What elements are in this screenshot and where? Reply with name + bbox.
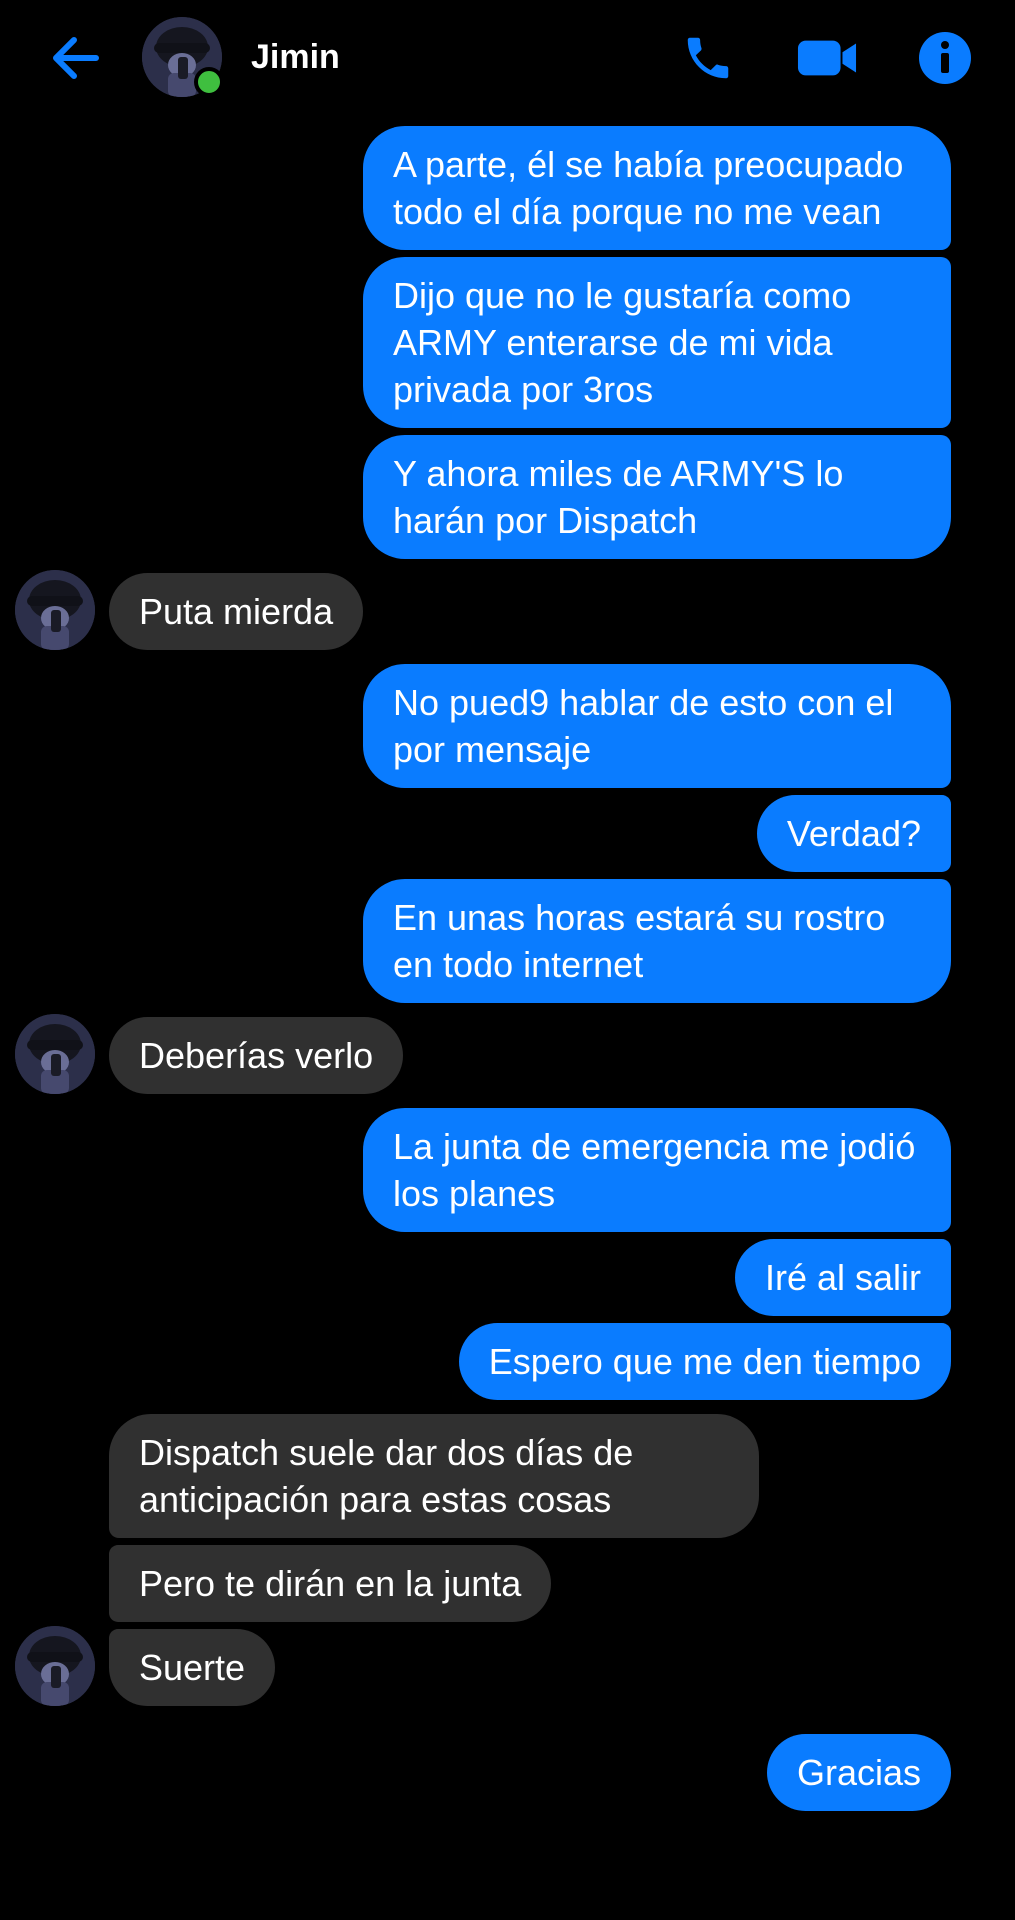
message-row: En unas horas estará su rostro en todo i… (0, 879, 1015, 1003)
sender-avatar[interactable] (15, 1626, 95, 1706)
outgoing-message-bubble[interactable]: No pued9 hablar de esto con el por mensa… (363, 664, 951, 788)
message-row: La junta de emergencia me jodió los plan… (0, 1108, 1015, 1232)
back-button[interactable] (44, 30, 104, 86)
avatar (15, 1626, 95, 1706)
message-list[interactable]: A parte, él se había preocupado todo el … (0, 126, 1015, 1818)
incoming-message-bubble[interactable]: Puta mierda (109, 573, 364, 650)
info-icon (919, 32, 971, 84)
outgoing-message-bubble[interactable]: En unas horas estará su rostro en todo i… (363, 879, 951, 1003)
video-call-button[interactable] (797, 30, 857, 86)
contact-avatar-button[interactable] (142, 17, 224, 97)
outgoing-message-bubble[interactable]: Verdad? (756, 795, 951, 872)
message-row: Deberías verlo (0, 1014, 1015, 1094)
outgoing-message-bubble[interactable]: A parte, él se había preocupado todo el … (363, 126, 951, 250)
message-row: No pued9 hablar de esto con el por mensa… (0, 664, 1015, 788)
avatar (15, 1014, 95, 1094)
outgoing-message-bubble[interactable]: Dijo que no le gustaría como ARMY entera… (363, 257, 951, 428)
outgoing-message-bubble[interactable]: Iré al salir (734, 1239, 951, 1316)
message-row: Y ahora miles de ARMY'S lo harán por Dis… (0, 435, 1015, 559)
message-row: Pero te dirán en la junta (0, 1545, 1015, 1622)
sender-avatar[interactable] (15, 1014, 95, 1094)
sender-avatar[interactable] (15, 570, 95, 650)
outgoing-message-bubble[interactable]: La junta de emergencia me jodió los plan… (363, 1108, 951, 1232)
incoming-message-bubble[interactable]: Dispatch suele dar dos días de anticipac… (109, 1414, 759, 1538)
message-row: Verdad? (0, 795, 1015, 872)
outgoing-message-bubble[interactable]: Y ahora miles de ARMY'S lo harán por Dis… (363, 435, 951, 559)
message-row: Suerte (0, 1626, 1015, 1706)
voice-call-button[interactable] (678, 30, 738, 86)
incoming-message-bubble[interactable]: Pero te dirán en la junta (109, 1545, 552, 1622)
message-row: A parte, él se había preocupado todo el … (0, 126, 1015, 250)
info-button[interactable] (915, 30, 975, 86)
avatar (15, 570, 95, 650)
message-row: Gracias (0, 1734, 1015, 1811)
outgoing-message-bubble[interactable]: Espero que me den tiempo (458, 1323, 951, 1400)
contact-name[interactable]: Jimin (251, 38, 340, 77)
video-camera-icon (797, 40, 857, 76)
message-row: Dijo que no le gustaría como ARMY entera… (0, 257, 1015, 428)
message-row: Espero que me den tiempo (0, 1323, 1015, 1400)
online-status-dot (194, 67, 224, 97)
outgoing-message-bubble[interactable]: Gracias (766, 1734, 951, 1811)
message-row: Iré al salir (0, 1239, 1015, 1316)
incoming-message-bubble[interactable]: Deberías verlo (109, 1017, 404, 1094)
incoming-message-bubble[interactable]: Suerte (109, 1629, 276, 1706)
message-row: Puta mierda (0, 570, 1015, 650)
message-row: Dispatch suele dar dos días de anticipac… (0, 1414, 1015, 1538)
phone-icon (687, 37, 729, 79)
arrow-left-icon (53, 37, 99, 79)
conversation-header: Jimin (0, 0, 1015, 115)
